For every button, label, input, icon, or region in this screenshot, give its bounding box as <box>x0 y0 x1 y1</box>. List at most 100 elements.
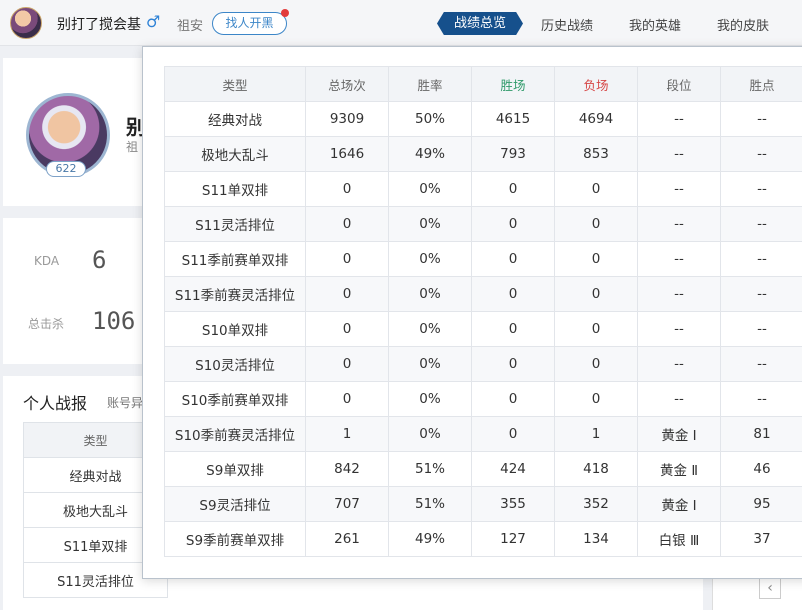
tab-my-skins[interactable]: 我的皮肤 <box>717 15 769 34</box>
table-cell: 424 <box>471 451 555 487</box>
username: 别打了搅会基 <box>57 17 141 33</box>
table-cell: S11季前赛灵活排位 <box>164 276 306 312</box>
table-cell: 0 <box>305 276 389 312</box>
table-row: S10季前赛单双排 0 0% 0 0 -- -- <box>164 381 802 417</box>
table-cell: -- <box>637 346 721 382</box>
table-cell: -- <box>637 136 721 172</box>
table-row: S10季前赛灵活排位 1 0% 0 1 黄金 Ⅰ 81 <box>164 416 802 452</box>
table-cell: -- <box>637 381 721 417</box>
table-cell: 9309 <box>305 101 389 137</box>
table-cell: S9季前赛单双排 <box>164 521 306 557</box>
tab-overview[interactable]: 战绩总览 <box>437 12 523 35</box>
table-cell: 0 <box>471 171 555 207</box>
table-cell: 极地大乱斗 <box>164 136 306 172</box>
table-cell: -- <box>637 241 721 277</box>
table-cell: -- <box>720 381 802 417</box>
level-badge: 622 <box>46 161 86 177</box>
table-cell: 0 <box>554 206 638 242</box>
find-teammates-label: 找人开黑 <box>225 16 274 30</box>
top-bar: 别打了搅会基 ♂ 祖安 找人开黑 战绩总览 历史战绩 我的英雄 我的皮肤 <box>0 0 802 46</box>
table-cell: 0% <box>388 346 472 382</box>
table-cell: S10单双排 <box>164 311 306 347</box>
table-cell: -- <box>720 206 802 242</box>
section-title: 个人战报 <box>23 394 88 413</box>
table-cell: 0% <box>388 276 472 312</box>
column-header: 段位 <box>637 66 721 102</box>
section-subtitle: 账号异 <box>107 396 144 410</box>
table-row: 极地大乱斗 1646 49% 793 853 -- -- <box>164 136 802 172</box>
table-cell: 0 <box>554 171 638 207</box>
table-cell: 707 <box>305 486 389 522</box>
stats-overview-popup: 类型 总场次 胜率 胜场 负场 段位 胜点 经典对战 9309 50% 4615 4694 -- -- 极地… <box>142 46 802 579</box>
table-cell: 0 <box>471 381 555 417</box>
column-header: 类型 <box>164 66 306 102</box>
stats-table: 类型 总场次 胜率 胜场 负场 段位 胜点 经典对战 9309 50% 4615 4694 -- -- 极地… <box>164 66 802 557</box>
table-cell: -- <box>720 171 802 207</box>
table-cell: 0 <box>305 241 389 277</box>
table-cell: -- <box>720 136 802 172</box>
table-cell: 0 <box>305 311 389 347</box>
tab-history[interactable]: 历史战绩 <box>541 15 593 34</box>
table-cell: 白银 Ⅲ <box>637 521 721 557</box>
table-cell: -- <box>720 311 802 347</box>
column-header: 胜率 <box>388 66 472 102</box>
table-cell: S11单双排 <box>164 171 306 207</box>
table-cell: 0 <box>554 381 638 417</box>
profile-region: 祖 <box>126 140 139 154</box>
table-cell: 95 <box>720 486 802 522</box>
table-cell: 0 <box>471 241 555 277</box>
column-header: 总场次 <box>305 66 389 102</box>
table-cell: 0 <box>554 241 638 277</box>
table-cell: S11灵活排位 <box>164 206 306 242</box>
table-row: S10单双排 0 0% 0 0 -- -- <box>164 311 802 347</box>
tab-my-heroes[interactable]: 我的英雄 <box>629 15 681 34</box>
table-cell: 经典对战 <box>164 101 306 137</box>
column-header: 负场 <box>554 66 638 102</box>
table-cell: 51% <box>388 486 472 522</box>
table-cell: -- <box>637 311 721 347</box>
table-cell: 0% <box>388 171 472 207</box>
find-teammates-button[interactable]: 找人开黑 <box>212 9 289 35</box>
table-row: S9灵活排位 707 51% 355 352 黄金 Ⅰ 95 <box>164 486 802 522</box>
table-cell: S10季前赛灵活排位 <box>164 416 306 452</box>
table-cell: 0 <box>305 346 389 382</box>
table-cell: -- <box>637 276 721 312</box>
table-cell: -- <box>720 101 802 137</box>
table-cell: 842 <box>305 451 389 487</box>
table-cell: 0% <box>388 311 472 347</box>
table-cell: 0% <box>388 241 472 277</box>
table-cell: 0 <box>554 276 638 312</box>
table-cell: 0 <box>471 276 555 312</box>
table-cell: 0 <box>471 346 555 382</box>
region-label: 祖安 <box>177 19 204 34</box>
user-avatar[interactable] <box>10 7 42 39</box>
table-header-row: 类型 总场次 胜率 胜场 负场 段位 胜点 <box>164 66 802 102</box>
table-cell: S9灵活排位 <box>164 486 306 522</box>
table-cell: -- <box>720 276 802 312</box>
table-row: S11单双排 0 0% 0 0 -- -- <box>164 171 802 207</box>
table-row: 经典对战 9309 50% 4615 4694 -- -- <box>164 101 802 137</box>
table-cell: 1646 <box>305 136 389 172</box>
table-cell: 0 <box>554 346 638 382</box>
table-cell: 50% <box>388 101 472 137</box>
table-row: S11灵活排位 0 0% 0 0 -- -- <box>164 206 802 242</box>
table-cell: 0 <box>554 311 638 347</box>
table-cell: 1 <box>554 416 638 452</box>
table-cell: 127 <box>471 521 555 557</box>
table-cell: 0 <box>305 206 389 242</box>
stats-card <box>3 218 153 364</box>
table-cell: 黄金 Ⅱ <box>637 451 721 487</box>
table-cell: 0 <box>471 206 555 242</box>
table-cell: 81 <box>720 416 802 452</box>
table-cell: 0% <box>388 416 472 452</box>
prev-page-button[interactable]: ‹ <box>759 577 781 599</box>
table-cell: 418 <box>554 451 638 487</box>
table-cell: 4615 <box>471 101 555 137</box>
table-cell: 853 <box>554 136 638 172</box>
table-cell: 1 <box>305 416 389 452</box>
table-row: S10灵活排位 0 0% 0 0 -- -- <box>164 346 802 382</box>
table-cell: 4694 <box>554 101 638 137</box>
table-cell: S9单双排 <box>164 451 306 487</box>
table-cell: S11季前赛单双排 <box>164 241 306 277</box>
table-cell: 0 <box>305 171 389 207</box>
